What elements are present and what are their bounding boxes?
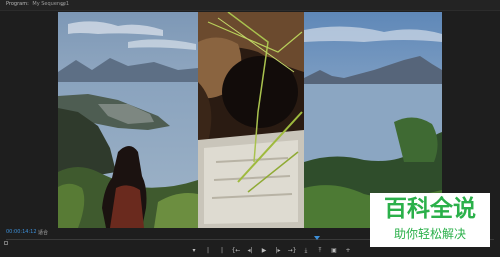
add-marker-icon[interactable]: ▾ bbox=[190, 247, 198, 255]
go-to-in-icon[interactable]: {← bbox=[232, 247, 241, 255]
mark-out-icon[interactable]: | bbox=[218, 247, 226, 255]
playhead-timecode[interactable]: 00:00:14:12 bbox=[6, 229, 37, 235]
go-to-out-icon[interactable]: →} bbox=[288, 247, 297, 255]
extract-icon[interactable]: ⤒ bbox=[316, 247, 324, 255]
watermark-title: 百科全说 bbox=[384, 196, 476, 222]
zoom-fit-dropdown[interactable]: 适合 bbox=[38, 229, 48, 236]
video-clip-middle bbox=[198, 12, 304, 228]
lift-icon[interactable]: ⤓ bbox=[302, 247, 310, 255]
playhead-marker[interactable] bbox=[314, 236, 320, 240]
export-frame-icon[interactable]: ▣ bbox=[330, 247, 338, 255]
step-forward-icon[interactable]: |▸ bbox=[274, 247, 282, 255]
panel-header: Program: My Sequence1 ≡ bbox=[0, 0, 500, 11]
panel-title-label: Program: bbox=[6, 1, 29, 7]
panel-menu-icon[interactable]: ≡ bbox=[60, 1, 65, 8]
watermark-subtitle: 助你轻松解决 bbox=[393, 227, 466, 241]
video-clip-left bbox=[58, 12, 198, 228]
mark-in-icon[interactable]: | bbox=[204, 247, 212, 255]
transport-controls: ▾ | | {← ◂| ▶ |▸ →} ⤓ ⤒ ▣ + bbox=[190, 246, 352, 255]
scrubber-start-handle[interactable] bbox=[4, 241, 8, 245]
add-button-icon[interactable]: + bbox=[344, 247, 352, 255]
play-icon[interactable]: ▶ bbox=[260, 247, 268, 255]
program-monitor-panel: Program: My Sequence1 ≡ 00:00:14:12 适合 ▾… bbox=[0, 0, 500, 257]
step-back-icon[interactable]: ◂| bbox=[246, 247, 254, 255]
watermark-logo: 百科全说 助你轻松解决 bbox=[370, 193, 490, 247]
